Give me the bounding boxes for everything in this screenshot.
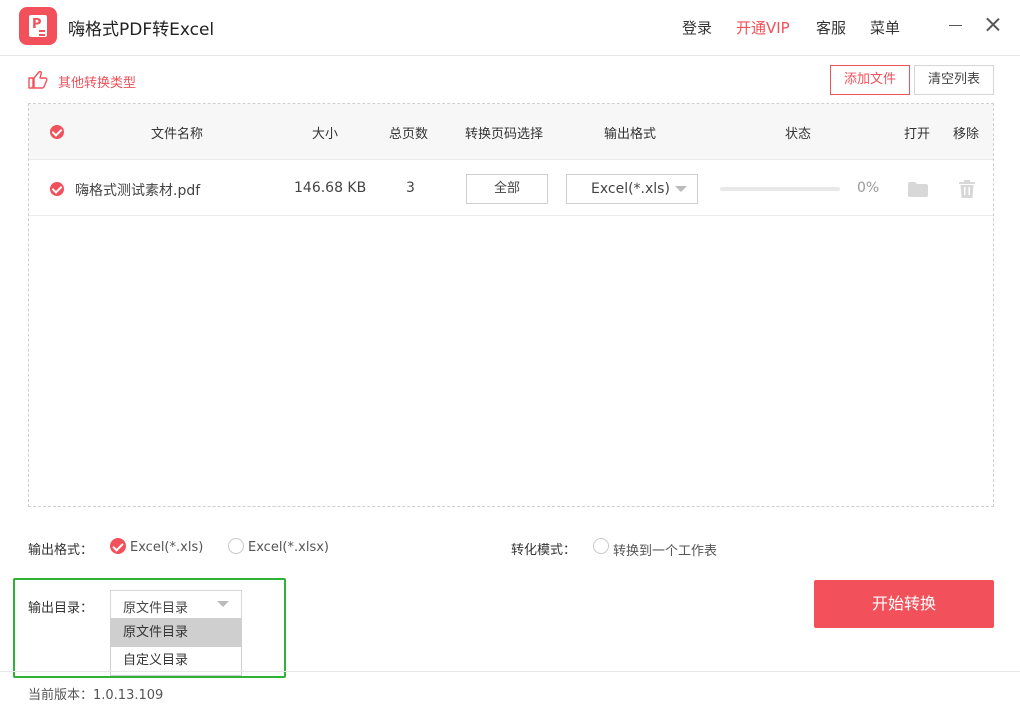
- page-range-button[interactable]: 全部: [466, 174, 548, 204]
- progress-bar: [720, 187, 840, 191]
- format-xlsx-radio[interactable]: [228, 538, 244, 554]
- header-file-name: 文件名称: [151, 127, 204, 142]
- output-dir-select[interactable]: 原文件目录: [110, 590, 242, 620]
- single-sheet-radio[interactable]: [593, 538, 609, 554]
- output-format-label: 输出格式：: [28, 543, 94, 558]
- output-dir-label: 输出目录：: [28, 601, 94, 616]
- other-types-label: 其他转换类型: [58, 76, 137, 91]
- header-output-format: 输出格式: [604, 127, 657, 142]
- start-convert-button[interactable]: 开始转换: [814, 580, 994, 628]
- chevron-down-icon: [675, 186, 687, 192]
- table-row: 嗨格式测试素材.pdf 146.68 KB 3 全部 Excel(*.xls) …: [29, 161, 993, 216]
- main-menu-link[interactable]: 菜单: [870, 17, 900, 38]
- vip-link[interactable]: 开通VIP: [736, 17, 790, 38]
- add-file-button[interactable]: 添加文件: [830, 65, 910, 95]
- clear-list-button[interactable]: 清空列表: [914, 65, 994, 95]
- header-open: 打开: [904, 127, 931, 142]
- close-icon[interactable]: [983, 14, 1003, 34]
- conversion-mode-label: 转化模式：: [511, 543, 577, 558]
- page-count: 3: [406, 180, 415, 196]
- footer-divider: [0, 671, 1020, 672]
- app-logo-icon: P: [19, 7, 57, 45]
- customer-service-link[interactable]: 客服: [816, 17, 846, 38]
- trash-icon[interactable]: [959, 180, 975, 198]
- hand-point-icon: [28, 70, 48, 89]
- header-remove: 移除: [953, 127, 980, 142]
- file-size: 146.68 KB: [294, 180, 367, 196]
- version-text: 当前版本：1.0.13.109: [28, 688, 164, 703]
- header-page-select: 转换页码选择: [465, 127, 544, 142]
- format-xls-label[interactable]: Excel(*.xls): [130, 540, 203, 555]
- folder-icon[interactable]: [908, 182, 928, 197]
- header-status: 状态: [785, 127, 812, 142]
- output-dir-dropdown: 原文件目录 自定义目录: [110, 618, 242, 676]
- format-xlsx-label[interactable]: Excel(*.xlsx): [248, 540, 329, 555]
- dropdown-option-original[interactable]: 原文件目录: [111, 619, 241, 647]
- title-bar: P 嗨格式PDF转Excel 登录 开通VIP 客服 菜单: [0, 0, 1020, 56]
- row-format-value: Excel(*.xls): [591, 181, 670, 197]
- row-check-icon[interactable]: [50, 182, 64, 196]
- header-size: 大小: [312, 127, 339, 142]
- login-link[interactable]: 登录: [682, 17, 712, 38]
- table-header: 文件名称 大小 总页数 转换页码选择 输出格式 状态 打开 移除: [29, 104, 993, 160]
- select-all-check-icon[interactable]: [50, 125, 64, 139]
- row-format-select[interactable]: Excel(*.xls): [566, 174, 698, 204]
- app-title: 嗨格式PDF转Excel: [68, 20, 215, 40]
- file-table: 文件名称 大小 总页数 转换页码选择 输出格式 状态 打开 移除 嗨格式测试素材…: [28, 103, 994, 507]
- single-sheet-label[interactable]: 转换到一个工作表: [613, 540, 717, 559]
- header-pages: 总页数: [389, 127, 429, 142]
- chevron-down-icon: [217, 601, 229, 607]
- output-dir-value: 原文件目录: [123, 601, 189, 616]
- format-xls-radio[interactable]: [110, 538, 126, 554]
- progress-percent: 0%: [857, 180, 880, 196]
- file-name: 嗨格式测试素材.pdf: [75, 183, 201, 199]
- minimize-icon[interactable]: [946, 14, 966, 34]
